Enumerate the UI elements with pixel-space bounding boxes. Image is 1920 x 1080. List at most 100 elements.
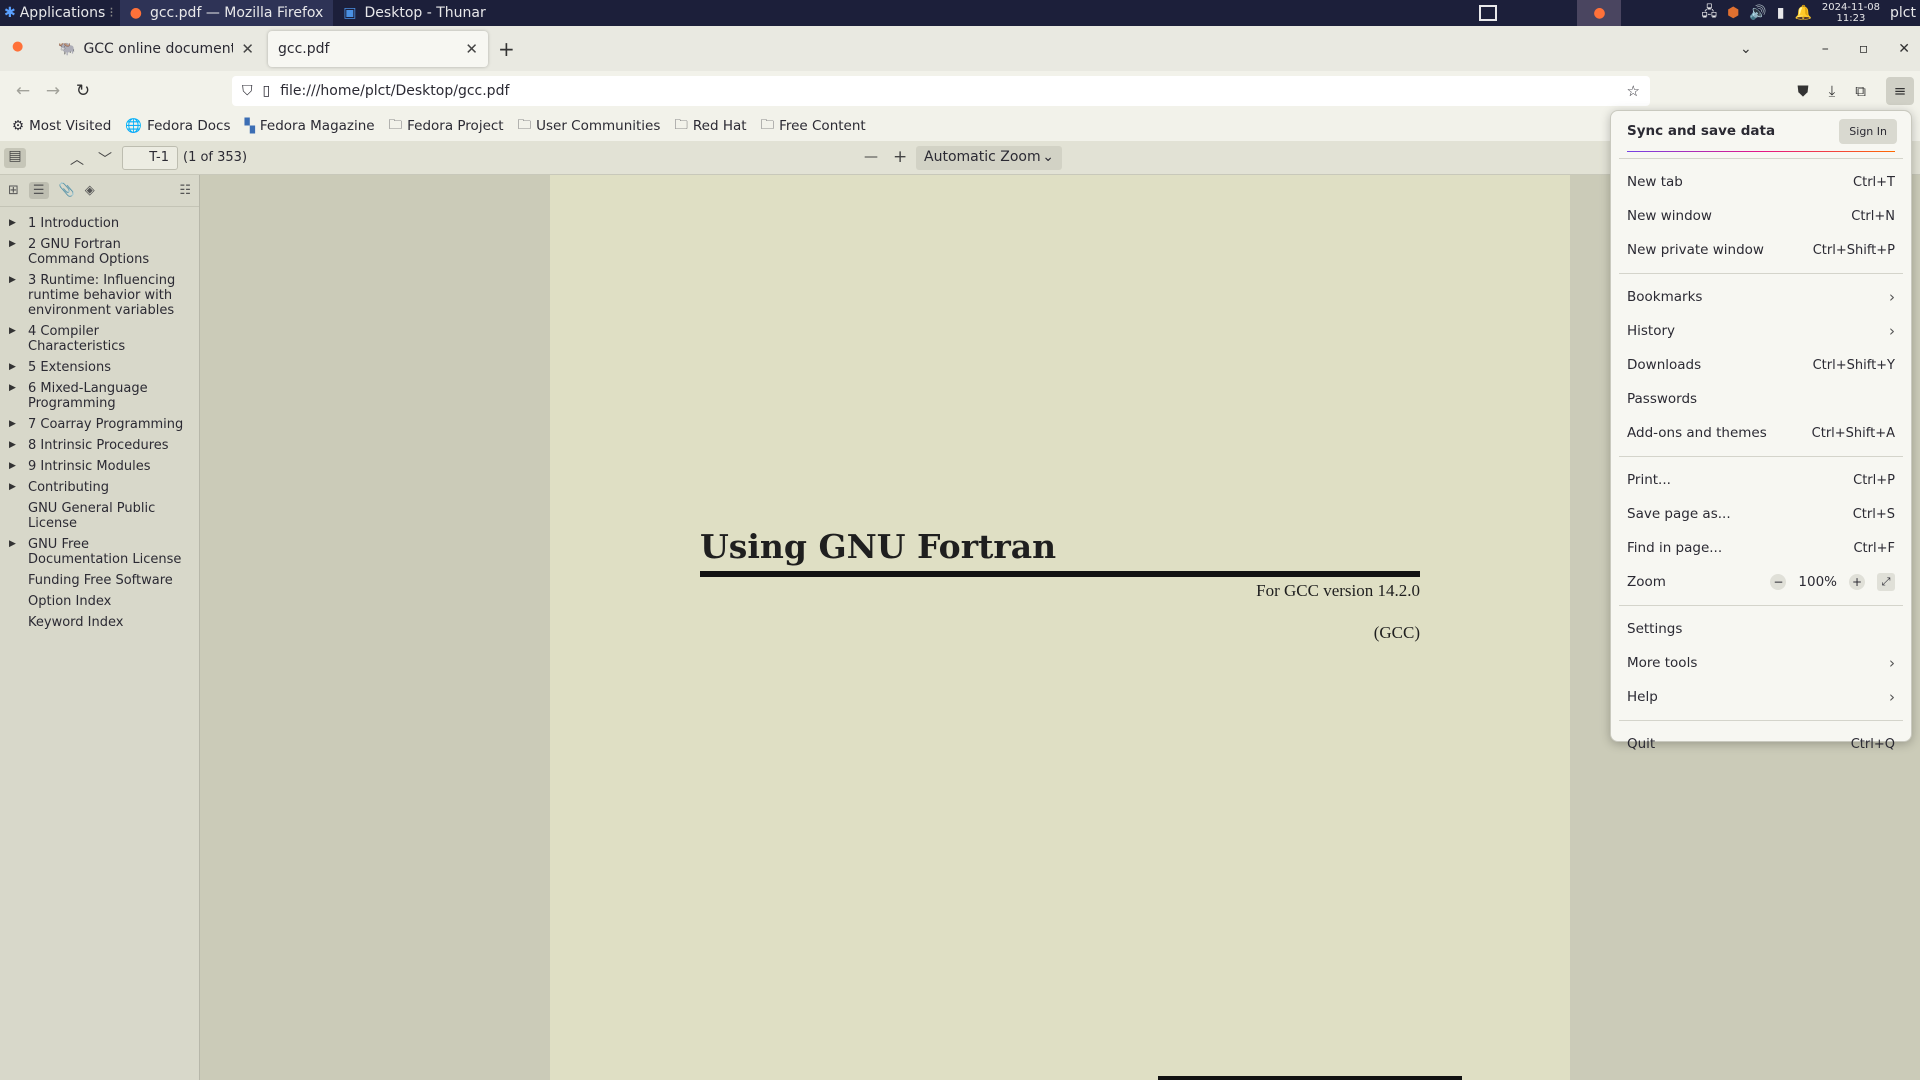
outline-icon[interactable]: ☰ bbox=[28, 182, 49, 199]
current-outline-item-icon[interactable]: ☷ bbox=[179, 183, 191, 198]
menu-item-downloads[interactable]: Downloads Ctrl+Shift+Y bbox=[1611, 348, 1911, 382]
expand-triangle-icon[interactable]: ▶ bbox=[9, 237, 16, 252]
zoom-enlarge-icon[interactable]: + bbox=[1849, 574, 1865, 590]
menu-item-help[interactable]: Help › bbox=[1611, 680, 1911, 714]
app-menu-button[interactable]: ≡ bbox=[1886, 77, 1914, 105]
outline-item[interactable]: ▶ Contributing bbox=[0, 477, 199, 498]
downloads-icon[interactable]: ⤓ bbox=[1829, 82, 1836, 100]
expand-triangle-icon[interactable]: ▶ bbox=[9, 324, 16, 339]
outline-item[interactable]: ▶ GNU Free Documentation License bbox=[0, 534, 199, 570]
outline-item[interactable]: ▶ 7 Coarray Programming bbox=[0, 414, 199, 435]
menu-item-passwords[interactable]: Passwords bbox=[1611, 382, 1911, 416]
url-text[interactable]: file:///home/plct/Desktop/gcc.pdf bbox=[280, 83, 509, 99]
menu-item-quit[interactable]: Quit Ctrl+Q bbox=[1611, 727, 1911, 761]
list-all-tabs-icon[interactable]: ⌄ bbox=[1740, 41, 1752, 57]
outline-item[interactable]: Keyword Index bbox=[0, 612, 199, 633]
expand-triangle-icon[interactable]: ▶ bbox=[9, 459, 16, 474]
menu-item-save-page-as[interactable]: Save page as... Ctrl+S bbox=[1611, 497, 1911, 531]
workspace-firefox-icon[interactable]: ● bbox=[1577, 0, 1622, 26]
bookmark-red-hat[interactable]: 🗀 Red Hat bbox=[674, 115, 746, 138]
maximize-icon[interactable]: ▫ bbox=[1859, 41, 1869, 57]
zoom-out-icon[interactable]: — bbox=[864, 149, 878, 165]
expand-triangle-icon[interactable]: ▶ bbox=[9, 273, 16, 288]
menu-item-more-tools[interactable]: More tools › bbox=[1611, 646, 1911, 680]
menu-item-new-tab[interactable]: New tab Ctrl+T bbox=[1611, 165, 1911, 199]
expand-triangle-icon[interactable]: ▶ bbox=[9, 417, 16, 432]
firefox-view-icon[interactable]: ● bbox=[12, 39, 23, 54]
close-window-icon[interactable]: ✕ bbox=[1898, 41, 1910, 57]
expand-triangle-icon[interactable]: ▶ bbox=[9, 438, 16, 453]
menu-item-new-window[interactable]: New window Ctrl+N bbox=[1611, 199, 1911, 233]
close-tab-icon[interactable]: ✕ bbox=[465, 40, 478, 58]
url-bar[interactable]: ⛉ ▯ file:///home/plct/Desktop/gcc.pdf ☆ bbox=[232, 76, 1650, 106]
menu-item-settings[interactable]: Settings bbox=[1611, 612, 1911, 646]
expand-triangle-icon[interactable]: ▶ bbox=[9, 537, 16, 552]
menu-item-new-private-window[interactable]: New private window Ctrl+Shift+P bbox=[1611, 233, 1911, 267]
volume-icon[interactable]: 🔊 bbox=[1749, 5, 1766, 21]
outline-item[interactable]: GNU General Public License bbox=[0, 498, 199, 534]
next-page-icon[interactable]: ﹀ bbox=[98, 149, 112, 169]
extensions-icon[interactable]: ⧉ bbox=[1855, 82, 1866, 100]
pocket-icon[interactable]: ⛊ bbox=[1797, 82, 1808, 100]
reload-icon[interactable]: ↻ bbox=[68, 81, 98, 101]
new-tab-button[interactable]: + bbox=[498, 37, 515, 61]
back-icon[interactable]: ← bbox=[8, 81, 38, 101]
clock[interactable]: 2024-11-08 11:23 bbox=[1822, 2, 1880, 24]
bookmark-most-visited[interactable]: ⚙ Most Visited bbox=[12, 118, 111, 134]
notification-bell-icon[interactable]: 🔔 bbox=[1794, 5, 1811, 21]
bookmark-user-communities[interactable]: 🗀 User Communities bbox=[518, 115, 661, 138]
sync-row[interactable]: Sync and save data Sign In bbox=[1611, 111, 1911, 151]
package-icon[interactable]: ⬢ bbox=[1727, 5, 1739, 21]
outline-item[interactable]: ▶ 1 Introduction bbox=[0, 213, 199, 234]
page-number-input[interactable]: T-1 bbox=[122, 146, 178, 170]
outline-item[interactable]: ▶ 3 Runtime: Influencing runtime behavior… bbox=[0, 270, 199, 321]
bookmark-fedora-magazine[interactable]: ▚ Fedora Magazine bbox=[244, 118, 374, 134]
thumbnails-icon[interactable]: ⊞ bbox=[8, 183, 19, 198]
zoom-reduce-icon[interactable]: − bbox=[1770, 574, 1787, 590]
applications-menu[interactable]: ✱ Applications ⁝ bbox=[0, 0, 120, 26]
outline-item[interactable]: ▶ 8 Intrinsic Procedures bbox=[0, 435, 199, 456]
outline-item[interactable]: ▶ 4 Compiler Characteristics bbox=[0, 321, 199, 357]
tab-gcc-docs[interactable]: 🐃 GCC online documentation ✕ bbox=[48, 31, 264, 67]
user-name[interactable]: plct bbox=[1890, 5, 1916, 21]
expand-triangle-icon[interactable]: ▶ bbox=[9, 381, 16, 396]
bookmark-fedora-docs[interactable]: 🌐 Fedora Docs bbox=[125, 118, 230, 134]
expand-triangle-icon[interactable]: ▶ bbox=[9, 360, 16, 375]
menu-item-history[interactable]: History › bbox=[1611, 314, 1911, 348]
fullscreen-icon[interactable]: ⤢ bbox=[1877, 573, 1895, 591]
outline-item[interactable]: ▶ 2 GNU Fortran Command Options bbox=[0, 234, 199, 270]
outline-item[interactable]: Funding Free Software bbox=[0, 570, 199, 591]
taskbar-firefox[interactable]: ● gcc.pdf — Mozilla Firefox bbox=[119, 0, 334, 26]
zoom-in-icon[interactable]: + bbox=[893, 147, 907, 167]
taskbar-thunar[interactable]: ▣ Desktop - Thunar bbox=[333, 0, 528, 26]
zoom-level[interactable]: 100% bbox=[1798, 574, 1837, 590]
expand-triangle-icon[interactable]: ▶ bbox=[9, 480, 16, 495]
outline-item[interactable]: ▶ 5 Extensions bbox=[0, 357, 199, 378]
expand-triangle-icon[interactable]: ▶ bbox=[9, 216, 16, 231]
outline-item[interactable]: Option Index bbox=[0, 591, 199, 612]
outline-item[interactable]: ▶ 9 Intrinsic Modules bbox=[0, 456, 199, 477]
menu-item-zoom[interactable]: Zoom −100% + ⤢ bbox=[1611, 565, 1911, 599]
battery-icon[interactable]: ▮ bbox=[1777, 5, 1785, 21]
zoom-select[interactable]: Automatic Zoom ⌄ bbox=[916, 146, 1062, 170]
menu-item-find-in-page[interactable]: Find in page... Ctrl+F bbox=[1611, 531, 1911, 565]
outline-item[interactable]: ▶ 6 Mixed-Language Programming bbox=[0, 378, 199, 414]
sidebar-toggle-icon[interactable]: ▤ bbox=[4, 148, 26, 168]
bookmark-star-icon[interactable]: ☆ bbox=[1627, 82, 1640, 100]
layers-icon[interactable]: ◈ bbox=[85, 183, 95, 198]
menu-item-add-ons-and-themes[interactable]: Add-ons and themes Ctrl+Shift+A bbox=[1611, 416, 1911, 450]
tab-gcc-pdf[interactable]: gcc.pdf ✕ bbox=[268, 30, 488, 67]
close-tab-icon[interactable]: ✕ bbox=[241, 40, 254, 58]
previous-page-icon[interactable]: ︿ bbox=[70, 149, 84, 169]
sign-in-button[interactable]: Sign In bbox=[1839, 118, 1897, 144]
minimize-icon[interactable]: – bbox=[1822, 41, 1829, 57]
attachments-icon[interactable]: 📎 bbox=[59, 183, 75, 198]
network-icon[interactable]: 🖧 bbox=[1701, 1, 1717, 25]
shield-icon[interactable]: ⛉ bbox=[242, 83, 253, 99]
menu-item-bookmarks[interactable]: Bookmarks › bbox=[1611, 280, 1911, 314]
workspace-icon[interactable] bbox=[1479, 5, 1498, 21]
forward-icon[interactable]: → bbox=[38, 81, 68, 101]
bookmark-free-content[interactable]: 🗀 Free Content bbox=[761, 115, 866, 138]
bookmark-fedora-project[interactable]: 🗀 Fedora Project bbox=[389, 115, 504, 138]
menu-item-print[interactable]: Print... Ctrl+P bbox=[1611, 463, 1911, 497]
